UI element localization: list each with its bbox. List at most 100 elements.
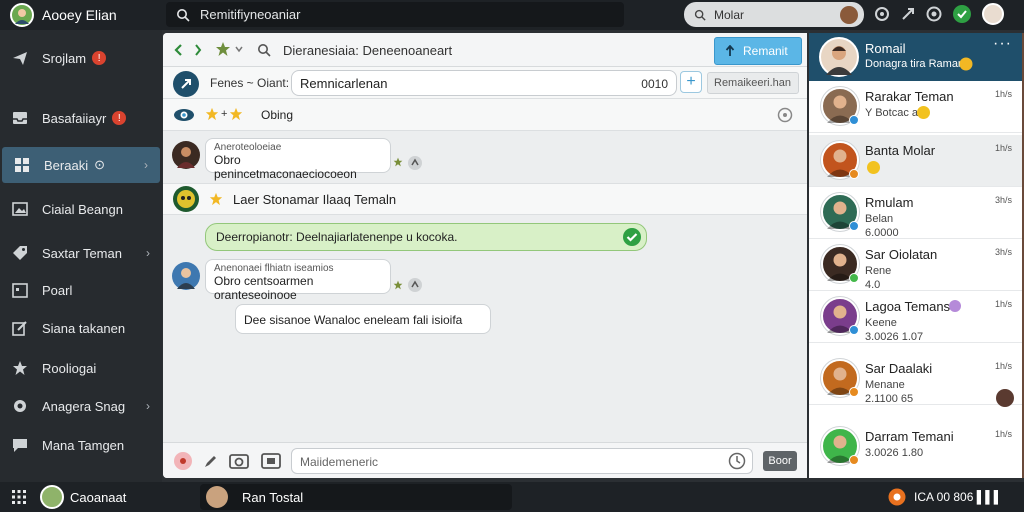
chat-icon [12, 437, 28, 453]
sidebar-item[interactable]: Siana takanen [0, 310, 162, 346]
settings-circle-icon[interactable] [777, 107, 793, 123]
left-sidebar: Srojlam! Basafaiiayr! Beraaki ⊙ › Ciaial Bean… [0, 30, 162, 482]
contact-item[interactable]: Lagoa Temans Keene 3.0026 1.07 1h/s [809, 291, 1022, 343]
pen-icon[interactable] [203, 453, 219, 469]
star-icon[interactable] [229, 107, 243, 121]
contact-name: Rarakar Teman [865, 89, 954, 104]
search-icon [176, 8, 190, 22]
top-bar: Aooey Elian Remitifiyneoaniar Molar [0, 0, 1024, 30]
system-message-row: Laer Stonamar Ilaaq Temaln [163, 183, 807, 215]
contact-subtext: Rene [865, 265, 892, 277]
sidebar-item-label: Basafaiiayr [42, 110, 107, 126]
send-button[interactable]: Boor [763, 451, 797, 471]
right-search-input[interactable]: Molar [714, 8, 744, 22]
conversation-avatar[interactable] [173, 71, 199, 97]
message-input[interactable]: Maiidemeneric [291, 448, 753, 474]
tray-app-icon[interactable] [888, 488, 906, 506]
chat-panel: Dieranesiaia: Deneenoaneart Remanit Fene… [163, 33, 807, 478]
active-call-bar[interactable]: Ran Tostal [200, 484, 512, 510]
help-icon[interactable] [926, 6, 942, 22]
contact-subtext: Menane [865, 379, 905, 391]
bottom-label: Caoanaat [70, 490, 127, 505]
contact-time: 1h/s [994, 89, 1012, 99]
tag-icon [949, 300, 961, 312]
message-bubble[interactable]: Aneroteoloeiae Obro penincetmaconaecioco… [205, 138, 391, 181]
sender-avatar[interactable] [172, 141, 200, 169]
contact-time: 1h/s [994, 299, 1012, 309]
active-contact-name: Romail [865, 41, 906, 56]
primary-action-button[interactable]: Remanit [714, 37, 802, 65]
status-online-icon[interactable] [952, 4, 972, 24]
more-menu-icon[interactable]: ··· [993, 35, 1012, 53]
top-search-bar[interactable]: Remitifiyneoaniar [166, 2, 624, 27]
forward-icon[interactable] [193, 43, 203, 57]
conversation-name-field[interactable]: Remnicarlenan 0010 [291, 70, 677, 96]
apps-grid-icon[interactable] [12, 490, 26, 504]
sidebar-item[interactable]: Saxtar Teman › [0, 235, 162, 271]
contact-item[interactable]: Banta Molar 1h/s [809, 135, 1022, 187]
sidebar-item-label: Rooliogai [42, 360, 97, 376]
grid-icon [14, 157, 30, 173]
calendar-icon [12, 282, 28, 298]
contact-item[interactable]: Sar Daalaki Menane 2.1100 65 1h/s [809, 353, 1022, 407]
sidebar-item-label: Siana takanen [42, 320, 126, 336]
success-banner: Deerropianotr: Deelnajiarlatenenpe u koc… [205, 223, 647, 251]
reaction-star-icon[interactable] [393, 157, 403, 167]
reply-icon[interactable] [407, 277, 423, 293]
contact-time: 1h/s [994, 361, 1012, 371]
clock-icon[interactable] [728, 452, 746, 470]
contact-item[interactable]: Rarakar Teman Y Botcac aac 1h/s [809, 81, 1022, 133]
user-avatar[interactable] [10, 3, 34, 27]
system-avatar [173, 186, 199, 212]
sender-avatar[interactable] [172, 262, 200, 290]
conversation-name-value: Remnicarlenan [300, 76, 388, 91]
right-search-bar[interactable]: Molar [684, 2, 864, 27]
contact-subtext: Belan [865, 213, 894, 225]
contact-subtext: 3.0026 1.07 [865, 331, 924, 343]
contact-item[interactable]: Sar Oiolatan Rene 4.0 3h/s [809, 239, 1022, 291]
sidebar-item[interactable]: Anagera Snag › [0, 388, 162, 424]
bookmark-star-icon[interactable] [215, 41, 231, 57]
mini-avatar [840, 5, 858, 24]
sidebar-item[interactable]: Poarl [0, 272, 162, 308]
chevron-down-icon[interactable] [235, 45, 243, 53]
contact-time: 1h/s [994, 143, 1012, 153]
system-tray-text: ICA 00 806 ▌▌▌ [914, 490, 1003, 504]
notification-icon[interactable] [874, 6, 890, 22]
sidebar-item[interactable]: Rooliogai [0, 350, 162, 386]
active-contact-avatar[interactable] [819, 37, 859, 77]
status-dot [849, 115, 859, 125]
sidebar-item[interactable]: Ciaial Beangn [0, 191, 162, 227]
image-attach-icon[interactable] [261, 452, 281, 470]
camera-icon[interactable] [229, 452, 249, 470]
contact-avatar [821, 87, 859, 125]
message-bubble[interactable]: Anenonaei flhiatn iseamios Obro centsoar… [205, 259, 391, 302]
contact-item[interactable]: Rmulam Belan 6.0000 3h/s [809, 187, 1022, 239]
eye-icon[interactable] [173, 108, 195, 122]
reply-icon[interactable] [407, 155, 423, 171]
send-icon [12, 50, 28, 66]
reaction-star-icon[interactable] [393, 280, 403, 290]
profile-avatar[interactable] [982, 3, 1004, 25]
add-button[interactable]: + [680, 71, 702, 93]
sidebar-item[interactable]: Mana Tamgen [0, 427, 162, 463]
contact-item[interactable]: Darram Temani 3.0026 1.80 1h/s [809, 421, 1022, 478]
contacts-header[interactable]: Romail Donagra tira Raman ··· [809, 33, 1022, 81]
chat-search-input[interactable]: Dieranesiaia: Deneenoaneart [283, 43, 452, 58]
back-icon[interactable] [173, 43, 185, 57]
sidebar-item-label: Beraaki [44, 157, 89, 173]
star-icon[interactable] [205, 107, 219, 121]
contact-avatar [821, 297, 859, 335]
status-dot [849, 273, 859, 283]
bottom-user-avatar[interactable] [40, 485, 64, 509]
emoji-icon[interactable] [173, 451, 193, 471]
active-contact-status: Donagra tira Raman [865, 58, 965, 70]
sidebar-item[interactable]: Srojlam! [0, 40, 162, 76]
sidebar-item[interactable]: Beraaki ⊙ › [2, 147, 160, 183]
sidebar-item[interactable]: Basafaiiayr! [0, 100, 162, 136]
top-search-input[interactable]: Remitifiyneoaniar [200, 7, 300, 22]
share-icon[interactable] [900, 6, 916, 22]
right-info-box[interactable]: Remaikeeri.han [707, 72, 799, 94]
upload-icon [725, 45, 735, 57]
reply-bubble[interactable]: Dee sisanoe Wanaloc eneleam fali isioifa [235, 304, 491, 334]
